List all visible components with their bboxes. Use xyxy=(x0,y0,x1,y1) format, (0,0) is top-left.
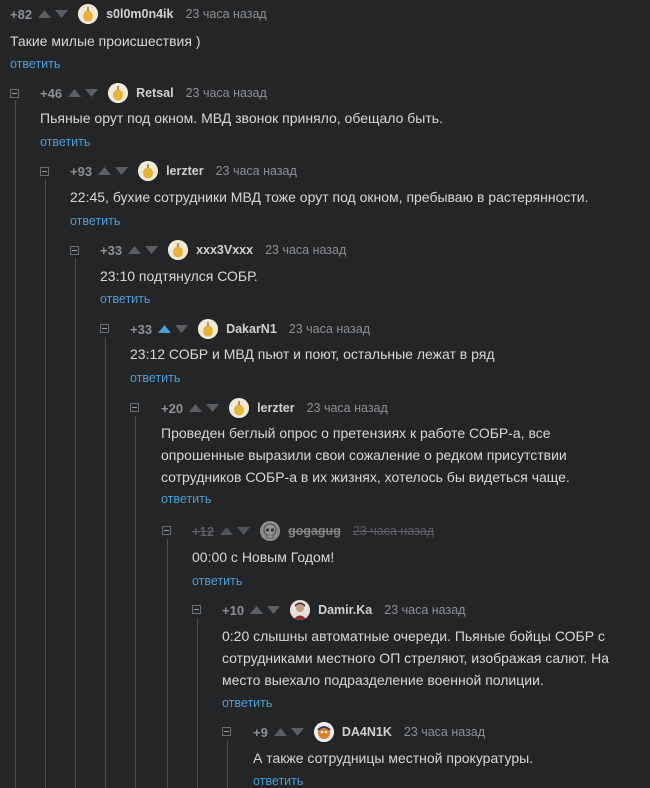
comment-text: 23:10 подтянулся СОБР. xyxy=(100,268,258,284)
reply-link[interactable]: ответить xyxy=(40,135,90,149)
comment-score: +82 xyxy=(10,6,33,22)
downvote-icon[interactable] xyxy=(175,324,189,334)
cartoon-avatar-icon[interactable] xyxy=(313,722,334,742)
comment-time[interactable]: 23 часа назад xyxy=(404,725,485,739)
comment-author[interactable]: s0l0m0n4ik xyxy=(106,7,173,21)
comment-header: +12 gogagug 23 часа назад xyxy=(192,519,434,543)
reply-link[interactable]: ответить xyxy=(100,292,150,306)
comment-text: А также сотрудницы местной прокуратуры. xyxy=(253,750,534,766)
reply-link[interactable]: ответить xyxy=(70,214,120,228)
upvote-icon[interactable] xyxy=(250,605,264,615)
comment-score: +33 xyxy=(100,242,123,258)
comment-header: +33 xxx3Vxxx 23 часа назад xyxy=(100,238,346,262)
comment-score: +20 xyxy=(161,400,184,416)
comment-header: +10 Damir.Ka 23 часа назад xyxy=(222,598,465,622)
collapse-toggle[interactable] xyxy=(40,167,49,176)
reply-link[interactable]: ответить xyxy=(222,696,272,710)
comment-score: +12 xyxy=(192,523,215,539)
comment-score: +9 xyxy=(253,724,268,740)
comment-author[interactable]: Damir.Ka xyxy=(318,603,372,617)
person-avatar-icon[interactable] xyxy=(290,600,311,620)
comment-header: +82 s0l0m0n4ik 23 часа назад xyxy=(10,2,267,26)
thread-line xyxy=(75,258,76,788)
thread-line xyxy=(135,416,136,788)
collapse-toggle[interactable] xyxy=(70,246,79,255)
downvote-icon[interactable] xyxy=(55,9,69,19)
comment-author[interactable]: DakarN1 xyxy=(226,322,277,336)
reply-link[interactable]: ответить xyxy=(161,492,211,506)
pear-avatar-icon[interactable] xyxy=(168,240,189,260)
collapse-toggle[interactable] xyxy=(222,727,231,736)
thread-line xyxy=(105,337,106,788)
downvote-icon[interactable] xyxy=(85,88,99,98)
downvote-icon[interactable] xyxy=(267,605,281,615)
upvote-icon[interactable] xyxy=(273,727,287,737)
upvote-icon[interactable] xyxy=(68,88,82,98)
comment-header: +93 lerzter 23 часа назад xyxy=(70,159,297,183)
downvote-icon[interactable] xyxy=(206,403,220,413)
upvote-icon[interactable] xyxy=(98,166,112,176)
comment-score: +46 xyxy=(40,85,63,101)
comment-author[interactable]: xxx3Vxxx xyxy=(196,243,253,257)
comment-text: Пьяные орут под окном. МВД звонок принял… xyxy=(40,110,443,126)
comment-header: +46 Retsal 23 часа назад xyxy=(40,81,267,105)
comment-text: 00:00 с Новым Годом! xyxy=(192,549,335,565)
comment-text: Проведен беглый опрос о претензиях к раб… xyxy=(161,425,570,485)
comment-author[interactable]: Retsal xyxy=(136,86,174,100)
downvote-icon[interactable] xyxy=(237,526,251,536)
comment-time[interactable]: 23 часа назад xyxy=(185,7,266,21)
comment-text: 0:20 слышны автоматные очереди. Пьяные б… xyxy=(222,628,610,688)
comment-header: +20 lerzter 23 часа назад xyxy=(161,396,388,420)
collapse-toggle[interactable] xyxy=(100,324,109,333)
pear-avatar-icon[interactable] xyxy=(78,4,99,24)
reply-link[interactable]: ответить xyxy=(192,574,242,588)
comment-time[interactable]: 23 часа назад xyxy=(307,401,388,415)
comment-time[interactable]: 23 часа назад xyxy=(353,524,434,538)
reply-link[interactable]: ответить xyxy=(10,57,60,71)
downvote-icon[interactable] xyxy=(145,245,159,255)
comment-time[interactable]: 23 часа назад xyxy=(265,243,346,257)
comment-author[interactable]: gogagug xyxy=(288,524,341,538)
collapse-toggle[interactable] xyxy=(192,605,201,614)
comment-score: +10 xyxy=(222,602,245,618)
downvote-icon[interactable] xyxy=(290,727,304,737)
comment-header: +9 DA4N1K 23 часа назад xyxy=(253,720,485,744)
downvote-icon[interactable] xyxy=(115,166,129,176)
comment-author[interactable]: lerzter xyxy=(166,164,204,178)
comment-author[interactable]: lerzter xyxy=(257,401,295,415)
comment-score: +93 xyxy=(70,163,93,179)
comment-text: 23:12 СОБР и МВД пьют и поют, остальные … xyxy=(130,346,495,362)
skull-avatar-icon[interactable] xyxy=(260,521,281,541)
comment-time[interactable]: 23 часа назад xyxy=(186,86,267,100)
comment-author[interactable]: DA4N1K xyxy=(342,725,392,739)
thread-line xyxy=(197,618,198,788)
collapse-toggle[interactable] xyxy=(162,526,171,535)
comment-time[interactable]: 23 часа назад xyxy=(216,164,297,178)
upvote-icon[interactable] xyxy=(158,324,172,334)
thread-line xyxy=(45,179,46,788)
comment-time[interactable]: 23 часа назад xyxy=(384,603,465,617)
comment-text: Такие милые происшествия ) xyxy=(10,33,201,49)
comment-score: +33 xyxy=(130,321,153,337)
pear-avatar-icon[interactable] xyxy=(198,319,219,339)
thread-line xyxy=(227,740,228,788)
reply-link[interactable]: ответить xyxy=(253,774,303,788)
upvote-icon[interactable] xyxy=(220,526,234,536)
thread-line xyxy=(15,100,16,788)
upvote-icon[interactable] xyxy=(38,9,52,19)
comment-time[interactable]: 23 часа назад xyxy=(289,322,370,336)
comment-text: 22:45, бухие сотрудники МВД тоже орут по… xyxy=(70,189,589,205)
collapse-toggle[interactable] xyxy=(130,403,139,412)
comment-header: +33 DakarN1 23 часа назад xyxy=(130,317,370,341)
comment-thread: +82 s0l0m0n4ik 23 часа назад Такие милые… xyxy=(0,0,650,788)
reply-link[interactable]: ответить xyxy=(130,371,180,385)
pear-avatar-icon[interactable] xyxy=(229,398,250,418)
pear-avatar-icon[interactable] xyxy=(138,161,159,181)
thread-line xyxy=(167,539,168,788)
upvote-icon[interactable] xyxy=(189,403,203,413)
collapse-toggle[interactable] xyxy=(10,89,19,98)
upvote-icon[interactable] xyxy=(128,245,142,255)
pear-avatar-icon[interactable] xyxy=(108,83,129,103)
